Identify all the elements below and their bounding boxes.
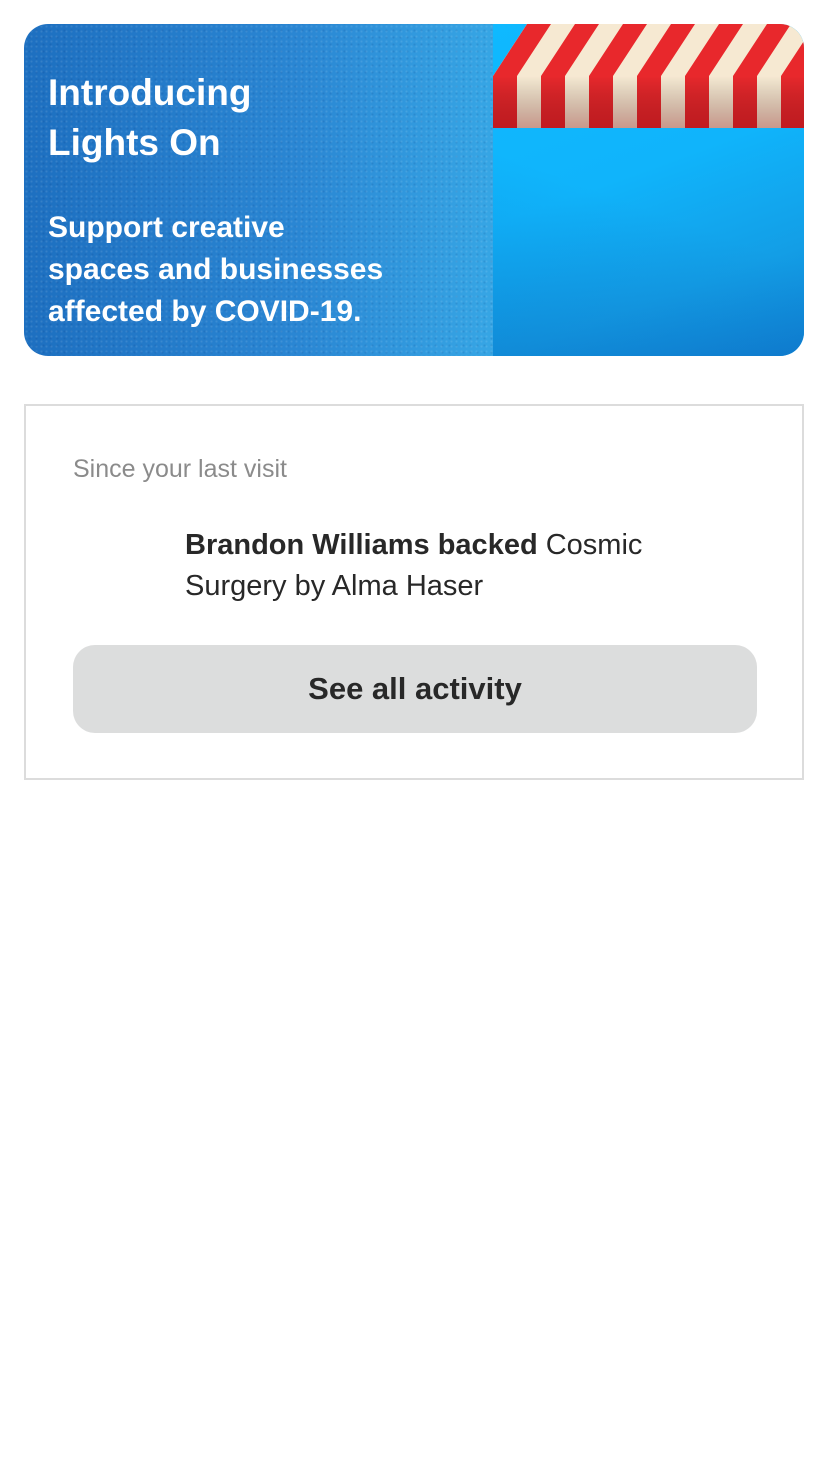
activity-item[interactable]: Brandon Williams backed Cosmic Surgery b… bbox=[185, 525, 705, 607]
see-all-activity-button[interactable]: See all activity bbox=[73, 645, 757, 733]
storefront-awning-icon bbox=[493, 24, 804, 128]
banner-title: Introducing Lights On bbox=[48, 72, 252, 163]
storefront-shadow bbox=[493, 128, 804, 356]
banner-subtitle: Support creative spaces and businesses a… bbox=[48, 211, 384, 328]
lights-on-banner[interactable]: Introducing Lights On Support creative s… bbox=[24, 24, 804, 356]
activity-actor: Brandon Williams backed bbox=[185, 529, 538, 561]
activity-card: Since your last visit Brandon Williams b… bbox=[24, 404, 804, 780]
since-last-visit-label: Since your last visit bbox=[73, 455, 287, 483]
